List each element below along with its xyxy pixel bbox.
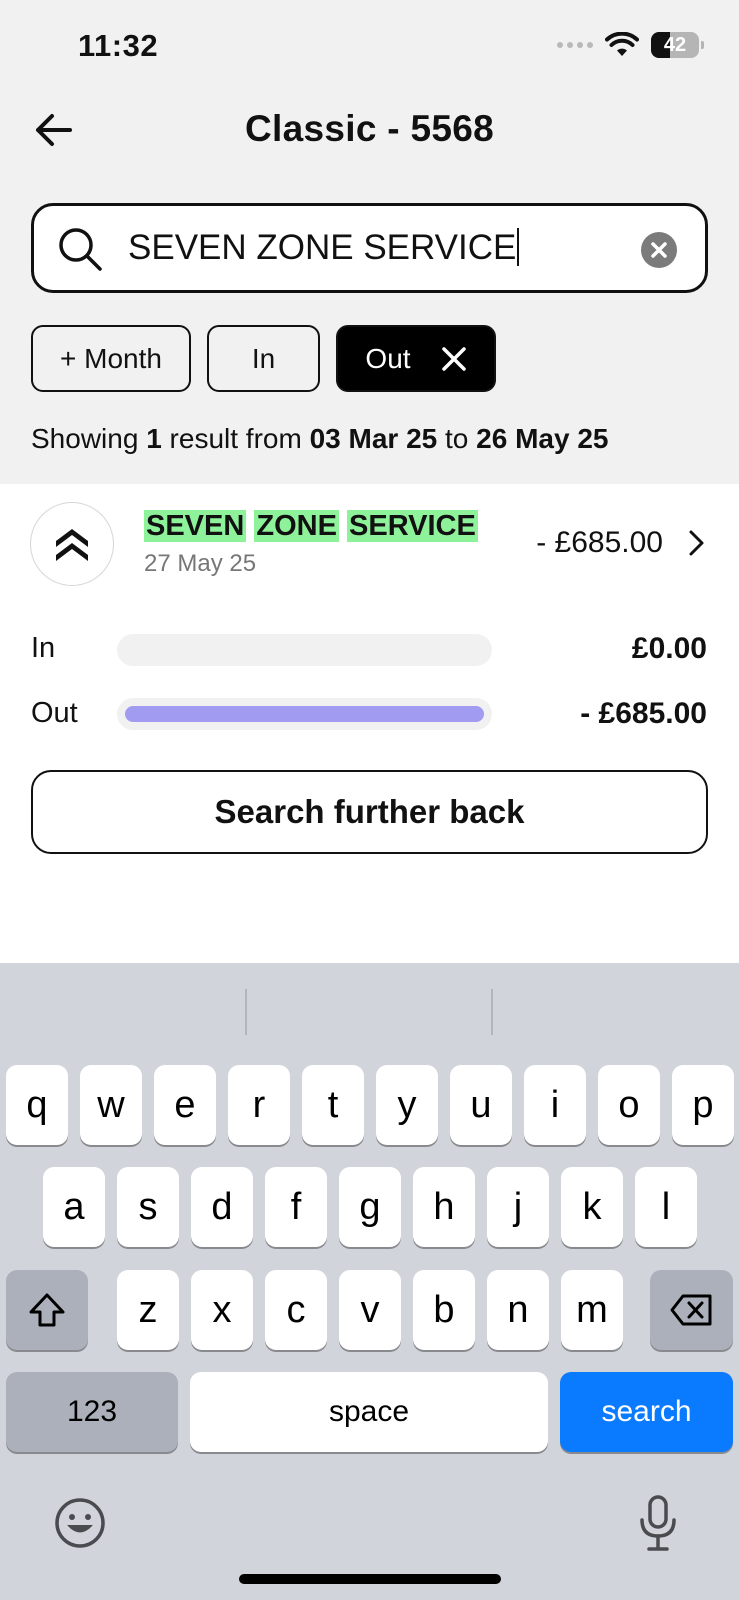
- status-icons: 42: [557, 32, 704, 58]
- out-filter-label: Out: [365, 342, 411, 374]
- shift-icon: [29, 1293, 65, 1327]
- key-g[interactable]: g: [339, 1167, 401, 1247]
- out-filter-chip[interactable]: Out: [336, 325, 496, 392]
- key-m[interactable]: m: [561, 1270, 623, 1350]
- in-label: In: [31, 632, 56, 664]
- shift-key[interactable]: [6, 1270, 88, 1350]
- backspace-icon: [670, 1294, 711, 1326]
- search-key[interactable]: search: [560, 1372, 733, 1452]
- results-summary: Showing 1 result from 03 Mar 25 to 26 Ma…: [31, 423, 609, 454]
- key-e[interactable]: e: [154, 1065, 216, 1145]
- wifi-icon: [605, 32, 639, 56]
- keyboard: qwertyuiop asdfghjkl zxcvbnm 123 space sea…: [0, 963, 739, 1600]
- delete-key[interactable]: [650, 1270, 733, 1350]
- cellular-signal-icon: [557, 42, 593, 48]
- key-r[interactable]: r: [228, 1065, 290, 1145]
- key-q[interactable]: q: [6, 1065, 68, 1145]
- merchant-name: SEVEN ZONE SERVICE: [144, 510, 478, 543]
- key-a[interactable]: a: [43, 1167, 105, 1247]
- key-c[interactable]: c: [265, 1270, 327, 1350]
- merchant-logo: [30, 502, 114, 586]
- search-query[interactable]: SEVEN ZONE SERVICE: [128, 228, 519, 268]
- transaction-date: 27 May 25: [144, 550, 257, 577]
- search-input[interactable]: SEVEN ZONE SERVICE: [31, 203, 708, 293]
- suggestion-divider: [491, 989, 493, 1035]
- key-z[interactable]: z: [117, 1270, 179, 1350]
- status-time: 11:32: [78, 28, 159, 63]
- in-total: £0.00: [631, 632, 707, 665]
- key-s[interactable]: s: [117, 1167, 179, 1247]
- key-t[interactable]: t: [302, 1065, 364, 1145]
- key-d[interactable]: d: [191, 1167, 253, 1247]
- key-l[interactable]: l: [635, 1167, 697, 1247]
- key-n[interactable]: n: [487, 1270, 549, 1350]
- search-icon: [59, 228, 102, 271]
- space-key[interactable]: space: [190, 1372, 548, 1452]
- key-w[interactable]: w: [80, 1065, 142, 1145]
- out-bar: [117, 698, 492, 730]
- month-filter-chip[interactable]: + Month: [31, 325, 191, 392]
- chevron-right-icon: [689, 530, 704, 556]
- numbers-key[interactable]: 123: [6, 1372, 178, 1452]
- out-total: - £685.00: [580, 697, 707, 730]
- merchant-name-word: SERVICE: [347, 510, 478, 542]
- transaction-row[interactable]: SEVEN ZONE SERVICE 27 May 25 - £685.00: [0, 490, 739, 600]
- key-f[interactable]: f: [265, 1167, 327, 1247]
- emoji-icon[interactable]: [53, 1496, 107, 1550]
- battery-level: 42: [663, 33, 687, 56]
- key-p[interactable]: p: [672, 1065, 734, 1145]
- suggestion-divider: [245, 989, 247, 1035]
- out-bar-fill: [125, 706, 484, 722]
- key-k[interactable]: k: [561, 1167, 623, 1247]
- out-label: Out: [31, 697, 78, 729]
- page-title: Classic - 5568: [245, 108, 494, 149]
- in-filter-chip[interactable]: In: [207, 325, 320, 392]
- chevrons-up-icon: [56, 529, 88, 561]
- in-bar: [117, 634, 492, 666]
- key-y[interactable]: y: [376, 1065, 438, 1145]
- key-b[interactable]: b: [413, 1270, 475, 1350]
- microphone-icon[interactable]: [636, 1494, 680, 1554]
- key-v[interactable]: v: [339, 1270, 401, 1350]
- key-o[interactable]: o: [598, 1065, 660, 1145]
- merchant-name-word: ZONE: [254, 510, 339, 542]
- key-h[interactable]: h: [413, 1167, 475, 1247]
- home-indicator: [239, 1574, 501, 1584]
- search-further-back-button[interactable]: Search further back: [31, 770, 708, 854]
- key-x[interactable]: x: [191, 1270, 253, 1350]
- key-u[interactable]: u: [450, 1065, 512, 1145]
- key-i[interactable]: i: [524, 1065, 586, 1145]
- transaction-amount: - £685.00: [536, 526, 663, 559]
- battery-icon: 42: [651, 32, 704, 58]
- merchant-name-word: SEVEN: [144, 510, 247, 542]
- remove-filter-icon[interactable]: [441, 346, 467, 372]
- key-j[interactable]: j: [487, 1167, 549, 1247]
- clear-search-icon[interactable]: [641, 232, 677, 268]
